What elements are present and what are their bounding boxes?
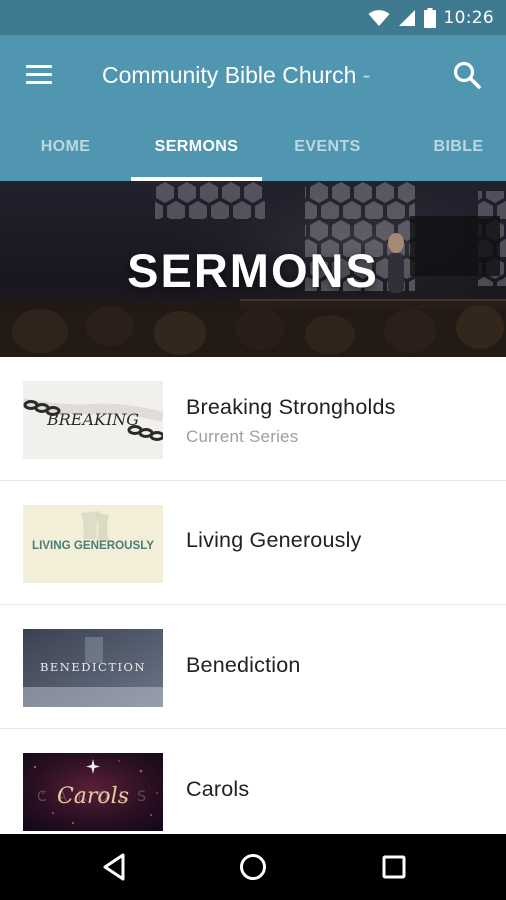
app-title: Community Bible Church -	[102, 62, 371, 88]
tab-events[interactable]: EVENTS	[262, 115, 393, 181]
hamburger-menu-icon[interactable]	[24, 63, 54, 87]
list-item[interactable]: BREAKING Breaking Strongholds Current Se…	[0, 357, 506, 481]
sermon-thumbnail: C A R O L S Carols	[23, 753, 163, 831]
recents-icon[interactable]	[376, 849, 412, 885]
sermon-thumbnail: BREAKING	[23, 381, 163, 459]
sermon-title: Carols	[186, 777, 250, 801]
sermon-thumbnail-text: BENEDICTION	[40, 660, 146, 674]
navigation-bar	[0, 834, 506, 900]
wifi-icon	[368, 10, 389, 26]
hero-banner: SERMONS	[0, 181, 506, 357]
hero-title: SERMONS	[127, 244, 379, 297]
home-icon[interactable]	[235, 849, 271, 885]
tab-bar: HOME SERMONS EVENTS BIBLE	[0, 115, 506, 181]
sermon-title: Living Generously	[186, 528, 362, 552]
status-icons: 10:26	[368, 7, 495, 29]
app-bar: Community Bible Church -	[0, 35, 506, 115]
list-item[interactable]: BENEDICTION Benediction	[0, 605, 506, 729]
sermon-title: Breaking Strongholds	[186, 395, 396, 419]
battery-icon	[423, 8, 436, 28]
tab-home[interactable]: HOME	[0, 115, 131, 181]
sermon-list: BREAKING Breaking Strongholds Current Se…	[0, 357, 506, 853]
sermon-thumbnail-text: BREAKING	[46, 410, 139, 429]
signal-icon	[398, 10, 415, 26]
status-bar: 10:26	[0, 0, 506, 35]
search-icon[interactable]	[452, 60, 482, 90]
status-time: 10:26	[443, 8, 494, 28]
sermon-thumbnail-text: LIVING GENEROUSLY	[32, 540, 154, 552]
tab-bible[interactable]: BIBLE	[393, 115, 506, 181]
sermon-subtitle: Current Series	[186, 427, 299, 446]
sermon-thumbnail: BENEDICTION	[23, 629, 163, 707]
sermon-thumbnail-text: Carols	[57, 784, 129, 809]
back-icon[interactable]	[96, 849, 132, 885]
sermon-thumbnail: LIVING GENEROUSLY	[23, 505, 163, 583]
list-item[interactable]: LIVING GENEROUSLY Living Generously	[0, 481, 506, 605]
tab-sermons[interactable]: SERMONS	[131, 115, 262, 181]
sermon-title: Benediction	[186, 653, 301, 677]
